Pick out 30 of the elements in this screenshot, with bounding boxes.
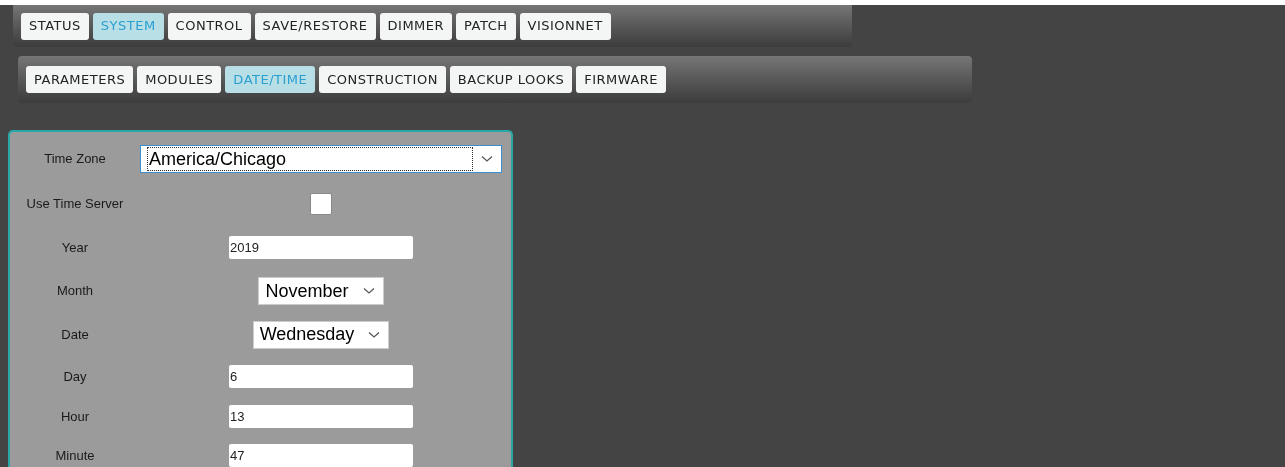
chevron-down-icon [362,287,375,295]
input-field[interactable]: 47 [229,444,413,467]
tab[interactable]: PARAMETERS [26,66,134,93]
dropdown[interactable]: November [258,277,384,305]
tab[interactable]: FIRMWARE [576,66,667,93]
field-label: Month [55,282,95,301]
time-zone-dropdown[interactable]: America/Chicago [140,145,502,173]
field-label: Date [60,325,90,344]
field-label: Use Time Server [25,195,125,214]
tab[interactable]: VISIONNET [519,12,611,40]
tab[interactable]: MODULES [137,66,222,93]
chevron-down-icon [368,330,381,339]
dropdown[interactable]: Wednesday [252,320,390,349]
field-label: Day [62,367,88,386]
field-label: Minute [54,446,96,465]
tab[interactable]: STATUS [21,12,89,40]
field-label: Year [60,238,90,257]
tab[interactable]: BACKUP LOOKS [449,66,573,93]
field-label: Hour [59,407,91,426]
checkbox[interactable] [310,193,332,215]
tab[interactable]: CONSTRUCTION [319,66,446,93]
input-field[interactable]: 13 [229,405,413,428]
tab[interactable]: PATCH [456,12,516,40]
input-field[interactable]: 2019 [229,236,413,259]
tab[interactable]: SAVE/RESTORE [254,12,376,40]
chevron-down-icon [481,155,493,163]
input-field[interactable]: 6 [229,365,413,388]
tab[interactable]: DIMMER [379,12,453,40]
tab[interactable]: CONTROL [167,12,251,40]
field-label: Time Zone [43,150,107,169]
